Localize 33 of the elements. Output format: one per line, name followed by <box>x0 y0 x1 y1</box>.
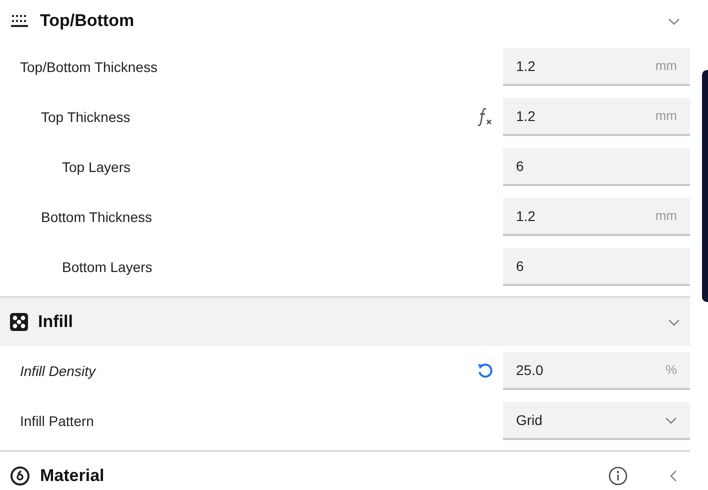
reset-icon[interactable] <box>476 362 494 380</box>
unit-label: % <box>665 361 677 380</box>
setting-label: Infill Pattern <box>19 412 95 430</box>
number-field[interactable]: 1.2 mm <box>503 198 690 236</box>
spool-icon <box>10 466 30 486</box>
number-field[interactable]: 25.0 % <box>503 352 690 390</box>
info-icon[interactable] <box>608 466 628 486</box>
unit-label: mm <box>655 207 677 226</box>
section-title: Material <box>40 466 106 486</box>
setting-label: Infill Density <box>19 362 97 381</box>
section-title: Infill <box>38 312 74 332</box>
number-field[interactable]: 6 <box>503 148 690 186</box>
setting-label: Top Layers <box>61 158 132 177</box>
infill-icon <box>10 313 28 331</box>
unit-label: mm <box>655 107 677 126</box>
field-value: 6 <box>516 256 524 276</box>
section-header[interactable]: Infill <box>0 298 690 346</box>
setting-label: Bottom Layers <box>61 258 154 277</box>
layers-icon <box>10 13 30 29</box>
setting-label: Top/Bottom Thickness <box>19 58 158 77</box>
dropdown-field[interactable]: Grid <box>503 402 690 440</box>
section-title: Top/Bottom <box>40 11 136 31</box>
field-value: 6 <box>516 156 524 176</box>
field-value: 1.2 <box>516 106 536 126</box>
field-value: 1.2 <box>516 56 536 76</box>
number-field[interactable]: 1.2 mm <box>503 48 690 86</box>
number-field[interactable]: 6 <box>503 248 690 286</box>
field-value: 25.0 <box>516 360 544 380</box>
number-field[interactable]: 1.2 mm <box>503 98 690 136</box>
setting-label: Bottom Thickness <box>40 208 154 226</box>
field-value: 1.2 <box>516 206 536 226</box>
unit-label: mm <box>655 57 677 76</box>
setting-label: Top Thickness <box>40 108 132 127</box>
